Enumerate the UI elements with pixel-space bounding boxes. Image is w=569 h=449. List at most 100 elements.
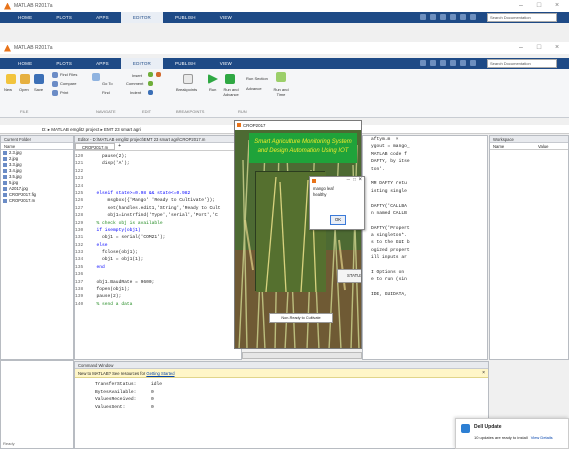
tab-editor[interactable]: EDITOR <box>120 58 164 69</box>
code-text[interactable]: obj1 = serial('COM21'); <box>91 235 165 240</box>
tab-editor[interactable]: EDITOR <box>120 12 164 23</box>
code-line[interactable]: 129 % check obj is available <box>75 220 241 227</box>
code-text[interactable]: % check obj is available <box>91 221 163 226</box>
editor-horizontal-scrollbar[interactable] <box>242 352 362 359</box>
code-line[interactable]: 138 fopen(obj1); <box>75 286 241 293</box>
quick-access-icon[interactable] <box>450 14 456 20</box>
close-icon[interactable]: × <box>358 177 362 183</box>
code-line[interactable]: 125 elseif state>=0.98 && state<=0.982 <box>75 190 241 197</box>
file-name[interactable]: 3.5.jpg <box>9 174 22 179</box>
current-path[interactable]: D: ▸ MATLAB emglitz project ▸ EMT 23 sma… <box>42 127 141 132</box>
quick-access-icon[interactable] <box>440 60 446 66</box>
file-name[interactable]: 2.jpg <box>9 156 18 161</box>
right-code-line[interactable]: n named CALLB <box>363 210 487 217</box>
quick-access-icon[interactable] <box>430 60 436 66</box>
right-code-line[interactable]: ogized propert <box>363 247 487 254</box>
quick-access-icon[interactable] <box>460 60 466 66</box>
close-icon[interactable]: × <box>549 1 565 11</box>
open-icon[interactable] <box>20 74 30 84</box>
run-and-advance-button[interactable]: Run and Advance <box>220 87 242 97</box>
code-line[interactable]: 137 obj1.BaudRate = 9600; <box>75 279 241 286</box>
tab-view[interactable]: VIEW <box>208 12 244 23</box>
code-text[interactable]: % send a data <box>91 302 133 307</box>
tab-apps[interactable]: APPS <box>84 58 121 69</box>
right-code-line[interactable]: isting single <box>363 188 487 195</box>
code-line[interactable]: 120 pause(2); <box>75 153 241 160</box>
help-icon[interactable] <box>470 60 476 66</box>
code-line[interactable]: 140 % send a data <box>75 301 241 308</box>
run-button[interactable]: Run <box>209 87 216 92</box>
help-icon[interactable] <box>470 14 476 20</box>
code-line[interactable]: 131 obj1 = serial('COM21'); <box>75 234 241 241</box>
file-name[interactable]: A2017.jpg <box>9 186 28 191</box>
code-line[interactable]: 133 fclose(obj1); <box>75 249 241 256</box>
command-output[interactable]: TransferStatus: idle BytesAvailable: 0 Value… <box>75 378 488 411</box>
right-code-line[interactable]: ill inputs ar <box>363 254 487 261</box>
new-icon[interactable] <box>6 74 16 84</box>
file-item[interactable]: CROP2017.m <box>1 198 73 204</box>
advance-button[interactable]: Advance <box>246 86 262 91</box>
code-text[interactable]: pause(2); <box>91 154 127 159</box>
code-line[interactable]: 121 disp('A'); <box>75 160 241 167</box>
tab-publish[interactable]: PUBLISH <box>163 58 208 69</box>
code-line[interactable]: 132 else <box>75 242 241 249</box>
code-line[interactable]: 123 <box>75 175 241 182</box>
code-line[interactable]: 126 msgbox({'Mango' 'Ready to Cultivate'… <box>75 197 241 204</box>
right-code-line[interactable]: aftym.m × <box>363 136 487 143</box>
code-text[interactable]: fopen(obj1); <box>91 287 130 292</box>
code-line[interactable]: 136 <box>75 271 241 278</box>
quick-access-icon[interactable] <box>440 14 446 20</box>
comment-button[interactable]: Comment <box>126 81 143 86</box>
save-button[interactable]: Save <box>34 87 43 92</box>
update-notification[interactable]: Dell Update 10 updates are ready to inst… <box>455 418 569 449</box>
code-line[interactable]: 134 obj1 = obj1(1); <box>75 256 241 263</box>
right-code-line[interactable] <box>363 173 487 180</box>
tab-home[interactable]: HOME <box>6 12 44 23</box>
run-section-button[interactable]: Run Section <box>246 76 268 81</box>
maximize-icon[interactable]: □ <box>531 1 547 11</box>
right-code-line[interactable]: IDE, GUIDATA, <box>363 291 487 298</box>
right-code-line[interactable]: ton'. <box>363 166 487 173</box>
right-code-line[interactable]: e to run (sin <box>363 276 487 283</box>
right-code-line[interactable] <box>363 195 487 202</box>
file-name[interactable]: CROP2017.fig <box>9 192 36 197</box>
find-files-button[interactable]: Find Files <box>60 72 77 77</box>
workspace-col-name[interactable]: Name <box>490 143 538 149</box>
tab-publish[interactable]: PUBLISH <box>163 12 208 23</box>
code-text[interactable]: pause(2); <box>91 294 122 299</box>
file-name[interactable]: 5.jpg <box>9 180 18 185</box>
quick-access-icon[interactable] <box>460 14 466 20</box>
minimize-icon[interactable]: – <box>513 1 529 11</box>
code-text[interactable]: fclose(obj1); <box>91 250 138 255</box>
close-notice-icon[interactable]: × <box>482 369 485 378</box>
right-code-line[interactable]: MATLAB code f <box>363 151 487 158</box>
right-code-line[interactable]: a singleton*. <box>363 232 487 239</box>
tab-home[interactable]: HOME <box>6 58 44 69</box>
code-line[interactable]: 135 end <box>75 264 241 271</box>
open-button[interactable]: Open <box>19 87 29 92</box>
right-code-line[interactable] <box>363 217 487 224</box>
right-code-line[interactable]: I Options on <box>363 269 487 276</box>
quick-access-icon[interactable] <box>450 60 456 66</box>
code-line[interactable]: 128 obj1=instrfind('Type','serial','Port… <box>75 212 241 219</box>
getting-started-link[interactable]: Getting Started <box>146 371 174 376</box>
find-button[interactable]: Find <box>102 90 110 95</box>
right-code-line[interactable]: MR DAFTY retu <box>363 180 487 187</box>
right-code-line[interactable]: DAFTY('Propert <box>363 225 487 232</box>
print-button[interactable]: Print <box>60 90 68 95</box>
right-code-line[interactable]: s to the GUI b <box>363 239 487 246</box>
quick-access-icon[interactable] <box>420 60 426 66</box>
file-name[interactable]: CROP2017.m <box>9 198 35 203</box>
code-line[interactable]: 130 if isempty(obj1) <box>75 227 241 234</box>
right-code-line[interactable]: DAFTY('CALLBA <box>363 203 487 210</box>
code-line[interactable]: 127 set(handles.edit1,'String','Ready to… <box>75 205 241 212</box>
msgbox-ok-button[interactable]: OK <box>330 215 346 225</box>
save-icon[interactable] <box>34 74 44 84</box>
file-name[interactable]: 2.3.jpg <box>9 150 22 155</box>
run-icon[interactable] <box>208 74 218 84</box>
code-text[interactable]: if isempty(obj1) <box>91 228 141 233</box>
code-line[interactable]: 124 <box>75 183 241 190</box>
run-and-advance-icon[interactable] <box>225 74 235 84</box>
code-text[interactable]: msgbox({'Mango' 'Ready to Cultivate'}); <box>91 198 216 203</box>
editor-tab-crop2017[interactable]: CROP2017.m <box>75 143 116 150</box>
